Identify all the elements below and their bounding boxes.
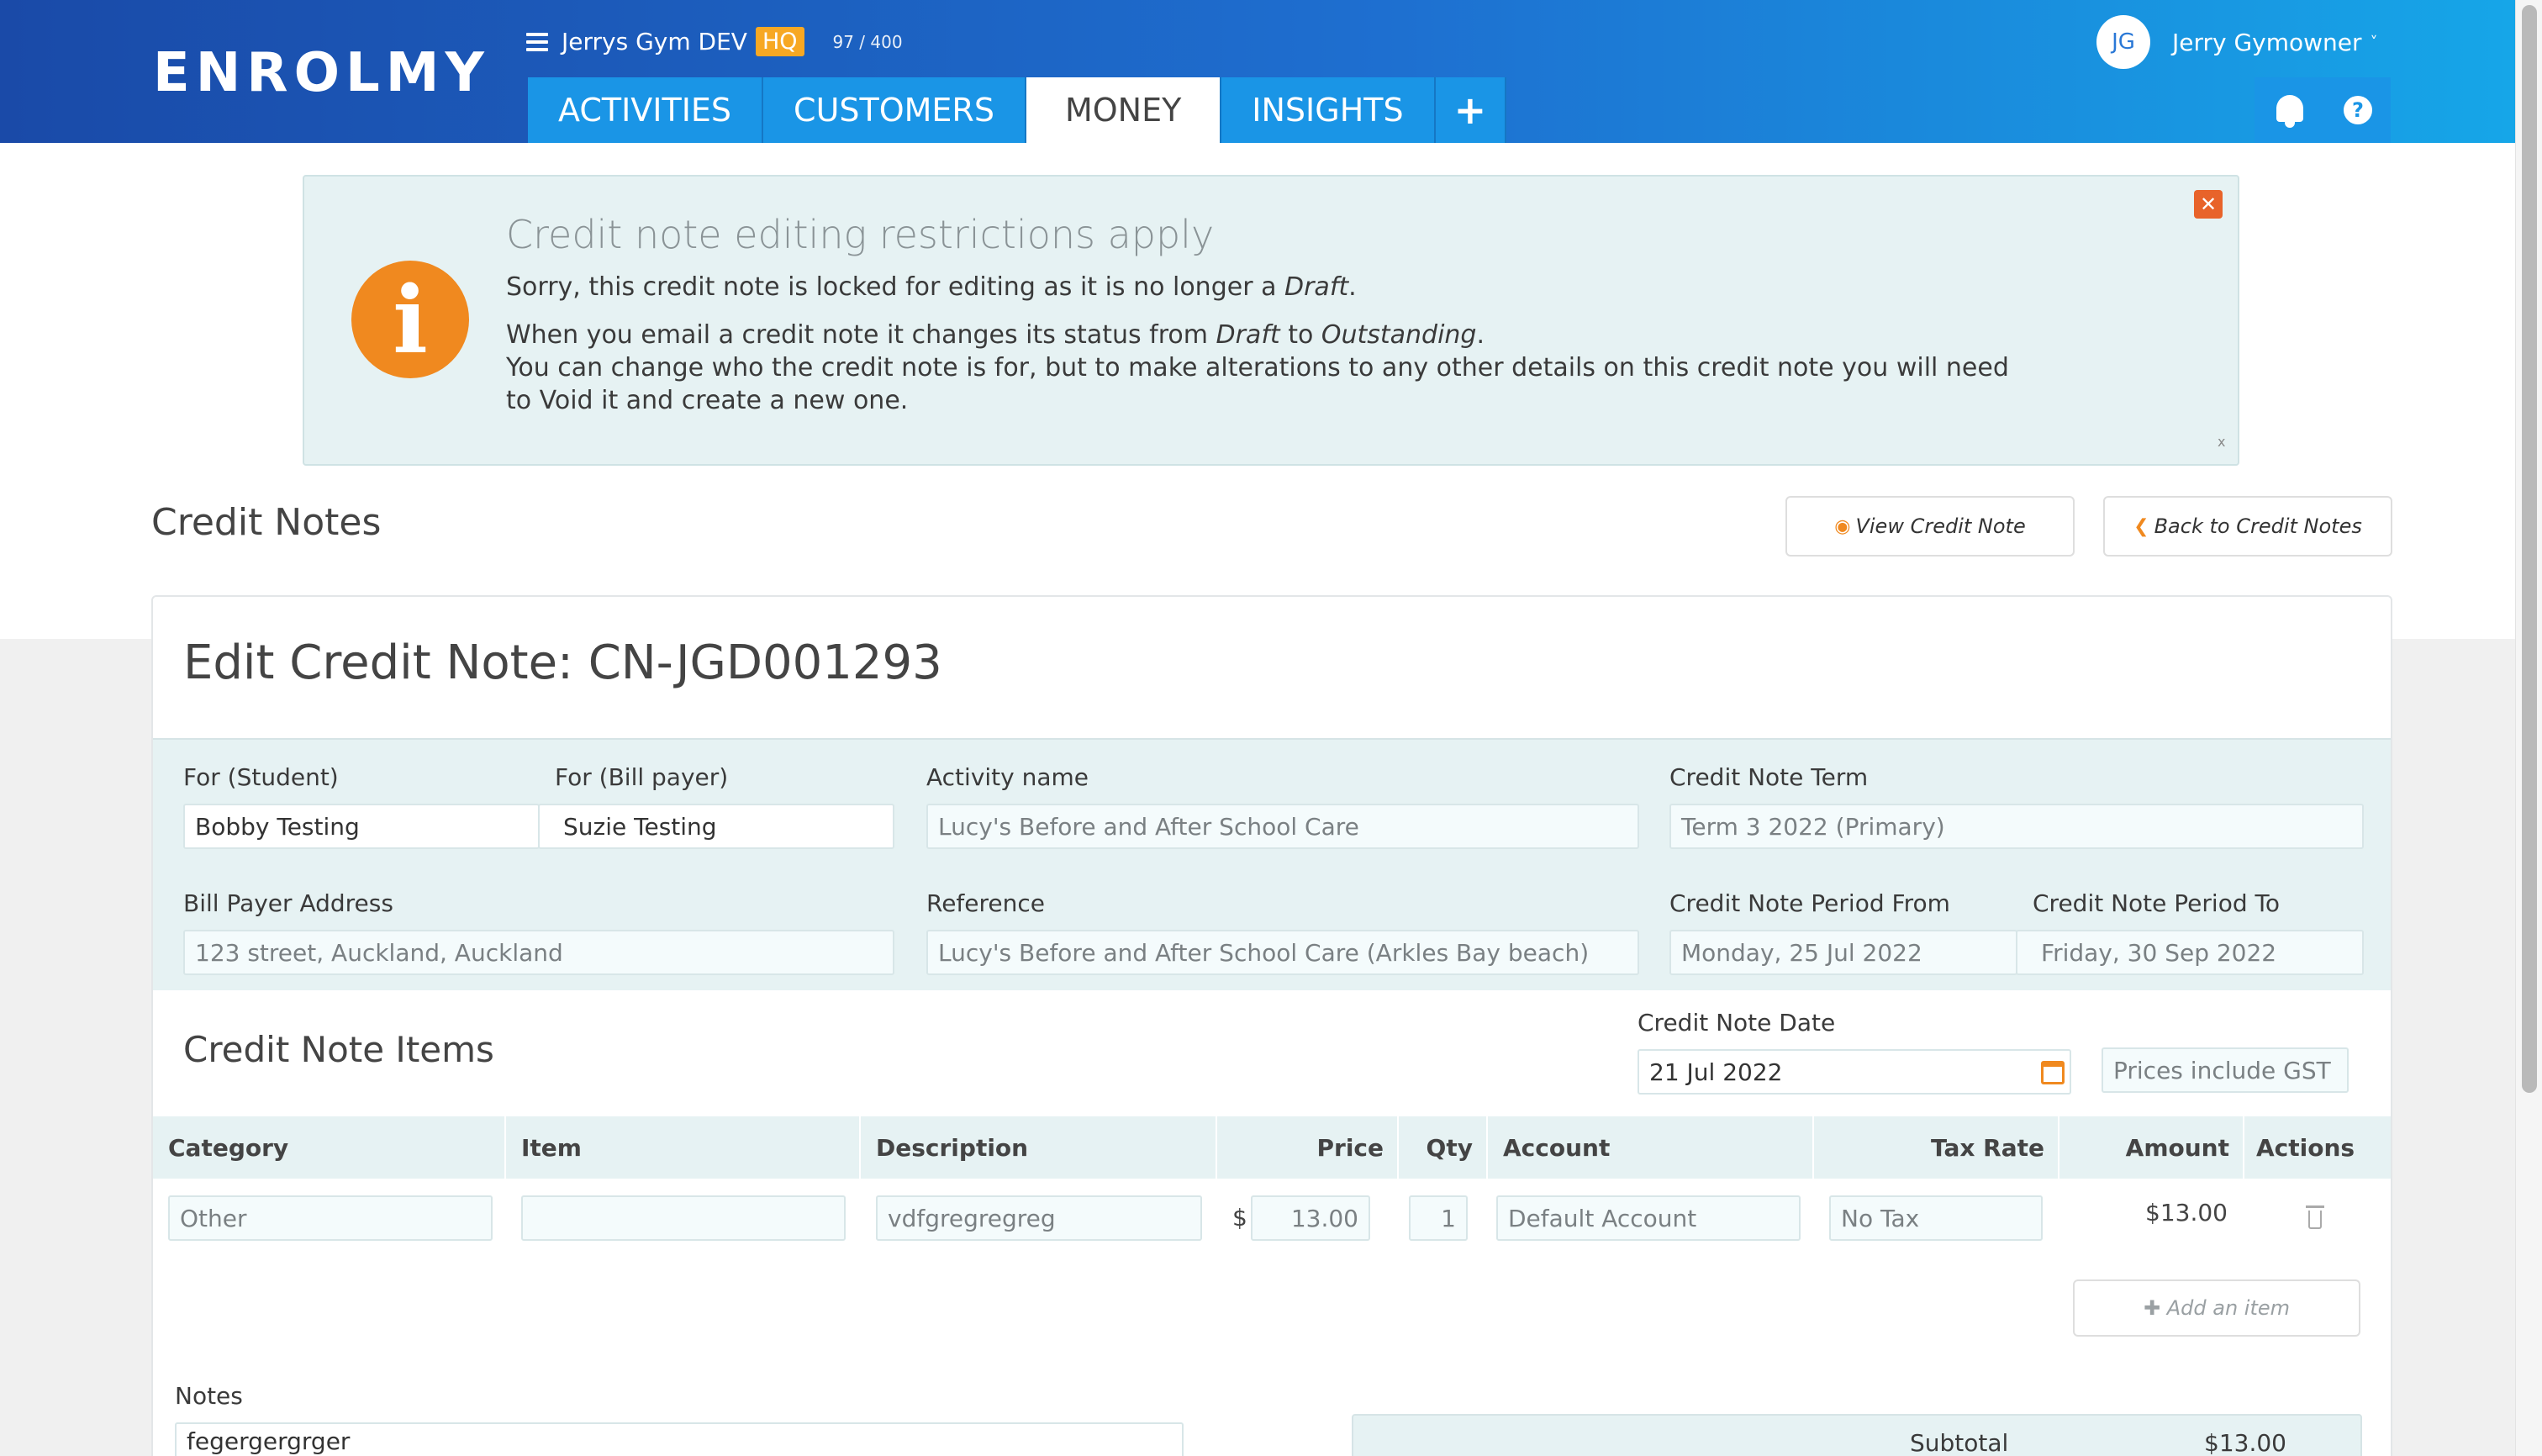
- edit-credit-note-card: Edit Credit Note: CN-JGD001293 For (Stud…: [151, 595, 2392, 1456]
- page-title: Credit Notes: [151, 501, 382, 544]
- plus-icon: ✚: [2143, 1296, 2167, 1320]
- enrolmy-logo[interactable]: ENROLMY: [153, 42, 490, 104]
- address-field[interactable]: 123 street, Auckland, Auckland: [183, 930, 894, 975]
- col-description: Description: [861, 1116, 1217, 1179]
- restriction-alert: i Credit note editing restrictions apply…: [303, 175, 2239, 466]
- billpayer-label: For (Bill payer): [555, 763, 729, 791]
- price-field[interactable]: 13.00: [1251, 1195, 1370, 1241]
- close-icon[interactable]: ✕: [2194, 190, 2223, 219]
- tax-rate-field[interactable]: No Tax: [1829, 1195, 2043, 1241]
- row-amount: $13.00: [2145, 1199, 2228, 1227]
- alert-dismiss-x[interactable]: x: [2218, 434, 2225, 450]
- menu-icon[interactable]: [526, 32, 548, 51]
- notes-label: Notes: [175, 1382, 243, 1410]
- chevron-down-icon[interactable]: ˅: [2371, 34, 2378, 51]
- account-field[interactable]: Default Account: [1496, 1195, 1801, 1241]
- col-price: Price: [1217, 1116, 1399, 1179]
- items-title: Credit Note Items: [183, 1029, 494, 1070]
- alert-line-locked: Sorry, this credit note is locked for ed…: [506, 272, 1357, 302]
- reference-field[interactable]: Lucy's Before and After School Care (Ark…: [926, 930, 1639, 975]
- col-item: Item: [506, 1116, 861, 1179]
- col-qty: Qty: [1399, 1116, 1488, 1179]
- add-item-button[interactable]: ✚ Add an item: [2073, 1279, 2360, 1337]
- avatar[interactable]: JG: [2096, 15, 2150, 69]
- term-label: Credit Note Term: [1669, 763, 1869, 791]
- period-to-label: Credit Note Period To: [2033, 889, 2280, 917]
- tab-customers[interactable]: CUSTOMERS: [763, 77, 1026, 143]
- scrollbar[interactable]: [2515, 0, 2542, 1456]
- student-label: For (Student): [183, 763, 339, 791]
- tab-money[interactable]: MONEY: [1026, 77, 1222, 143]
- prices-include-gst-select[interactable]: Prices include GST: [2102, 1047, 2349, 1093]
- notes-field[interactable]: fegergergrger: [175, 1422, 1184, 1456]
- col-actions: Actions: [2256, 1133, 2355, 1162]
- tab-add[interactable]: +: [1435, 77, 1507, 143]
- info-icon: i: [351, 261, 469, 378]
- period-to-field[interactable]: Friday, 30 Sep 2022: [2016, 930, 2364, 975]
- scrollbar-thumb[interactable]: [2522, 5, 2537, 1093]
- tab-insights[interactable]: INSIGHTS: [1221, 77, 1436, 143]
- subtotal-label: Subtotal: [1910, 1429, 2009, 1456]
- activity-label: Activity name: [926, 763, 1089, 791]
- help-icon[interactable]: ?: [2344, 96, 2372, 124]
- trash-icon[interactable]: [2306, 1205, 2324, 1229]
- activity-field[interactable]: Lucy's Before and After School Care: [926, 804, 1639, 849]
- col-category: Category: [153, 1116, 506, 1179]
- back-to-credit-notes-label: Back to Credit Notes: [2154, 514, 2362, 538]
- top-header: ENROLMY Jerrys Gym DEV HQ 97 / 400 ACTIV…: [0, 0, 2515, 143]
- view-credit-note-button[interactable]: ◉ View Credit Note: [1785, 496, 2075, 557]
- col-tax-rate: Tax Rate: [1814, 1116, 2059, 1179]
- credit-note-date-field[interactable]: 21 Jul 2022: [1638, 1049, 2071, 1095]
- subtotal-value: $13.00: [2204, 1429, 2286, 1456]
- alert-line-void: You can change who the credit note is fo…: [506, 353, 2009, 415]
- eye-icon: ◉: [1834, 515, 1851, 537]
- col-account: Account: [1488, 1116, 1814, 1179]
- back-to-credit-notes-button[interactable]: ❮ Back to Credit Notes: [2103, 496, 2392, 557]
- period-from-field[interactable]: Monday, 25 Jul 2022: [1669, 930, 2017, 975]
- calendar-icon[interactable]: [2041, 1061, 2065, 1084]
- period-from-label: Credit Note Period From: [1669, 889, 1950, 917]
- member-count: 97 / 400: [832, 31, 903, 52]
- category-field[interactable]: Other: [168, 1195, 493, 1241]
- main-tabs: ACTIVITIES CUSTOMERS MONEY INSIGHTS +: [528, 77, 1507, 143]
- totals-box: Subtotal $13.00: [1352, 1414, 2362, 1456]
- qty-field[interactable]: 1: [1409, 1195, 1468, 1241]
- gym-name[interactable]: Jerrys Gym DEV: [562, 28, 747, 55]
- add-item-label: Add an item: [2166, 1296, 2291, 1320]
- alert-title: Credit note editing restrictions apply: [506, 212, 1215, 257]
- billpayer-field[interactable]: Suzie Testing: [538, 804, 894, 849]
- chevron-left-icon: ❮: [2133, 515, 2149, 537]
- alert-body: Sorry, this credit note is locked for ed…: [506, 271, 2036, 432]
- address-label: Bill Payer Address: [183, 889, 393, 917]
- edit-title: Edit Credit Note: CN-JGD001293: [183, 636, 942, 690]
- gym-selector[interactable]: Jerrys Gym DEV HQ 97 / 400: [526, 27, 903, 56]
- credit-note-date-label: Credit Note Date: [1638, 1009, 1836, 1037]
- reference-label: Reference: [926, 889, 1045, 917]
- header-icons: ?: [2255, 77, 2391, 143]
- col-amount: Amount: [2059, 1116, 2244, 1179]
- user-menu[interactable]: JG Jerry Gymowner ˅: [2096, 15, 2378, 69]
- bell-icon[interactable]: [2273, 92, 2307, 129]
- item-field[interactable]: [521, 1195, 846, 1241]
- details-panel: For (Student) Bobby Testing For (Bill pa…: [153, 738, 2391, 990]
- description-field[interactable]: vdfgregregreg: [876, 1195, 1202, 1241]
- term-field[interactable]: Term 3 2022 (Primary): [1669, 804, 2364, 849]
- user-name[interactable]: Jerry Gymowner: [2172, 29, 2362, 56]
- alert-line-status: When you email a credit note it changes …: [506, 320, 2009, 415]
- view-credit-note-label: View Credit Note: [1855, 514, 2026, 538]
- tab-activities[interactable]: ACTIVITIES: [528, 77, 764, 143]
- currency-symbol: $: [1232, 1204, 1247, 1232]
- hq-badge: HQ: [755, 27, 804, 56]
- student-field[interactable]: Bobby Testing: [183, 804, 540, 849]
- items-table-header: Category Item Description Price Qty Acco…: [153, 1116, 2391, 1179]
